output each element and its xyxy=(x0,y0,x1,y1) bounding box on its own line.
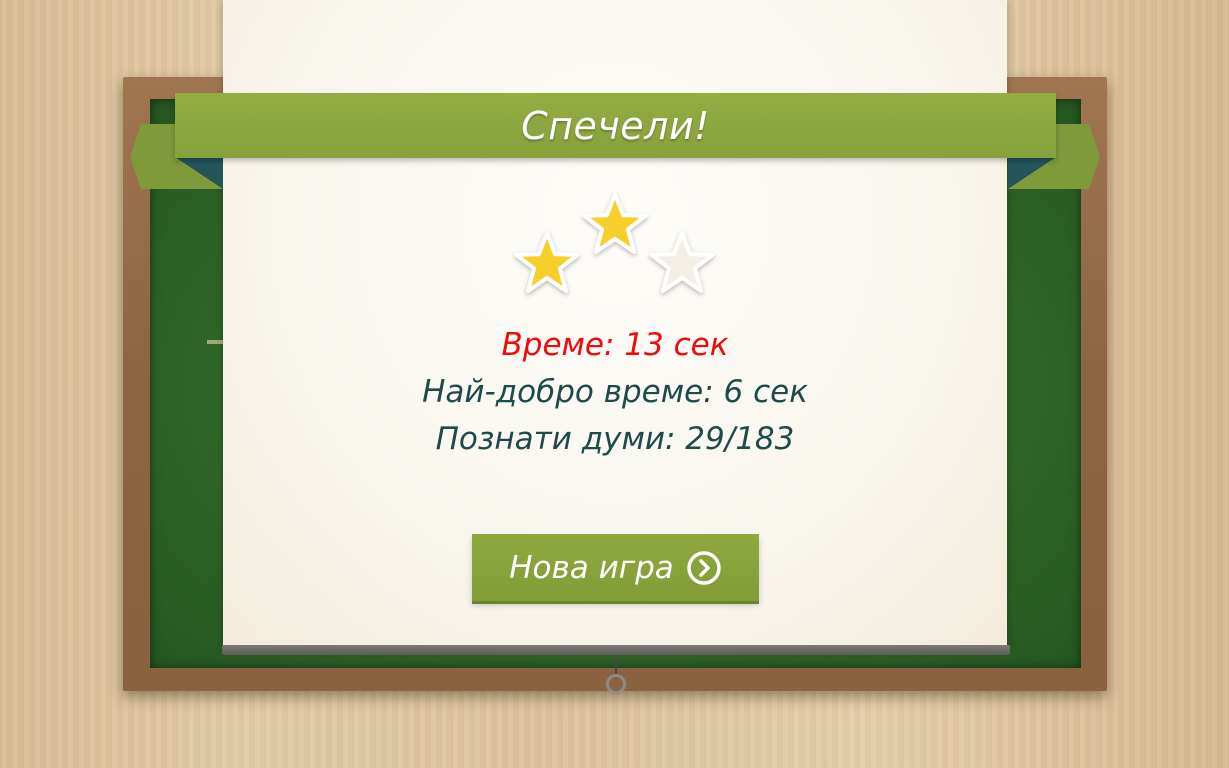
new-game-button[interactable]: Нова игра xyxy=(472,534,759,601)
star-2 xyxy=(582,192,648,254)
title-ribbon: Спечели! xyxy=(175,93,1056,158)
star-3 xyxy=(649,231,715,293)
chevron-right-circle-icon xyxy=(687,550,721,585)
sheet-roller-bar xyxy=(222,645,1010,655)
chalk-mark xyxy=(207,340,223,344)
new-game-label: Нова игра xyxy=(509,549,674,586)
result-stats: Време: 13 сек Най-добро време: 6 сек Поз… xyxy=(223,322,1007,463)
known-words-text: Познати думи: 29/183 xyxy=(435,421,795,457)
time-text: Време: 13 сек xyxy=(501,327,729,363)
best-time-text: Най-добро време: 6 сек xyxy=(422,374,808,410)
pull-ring[interactable] xyxy=(606,674,626,694)
star-1 xyxy=(514,231,580,293)
win-title: Спечели! xyxy=(521,103,710,148)
